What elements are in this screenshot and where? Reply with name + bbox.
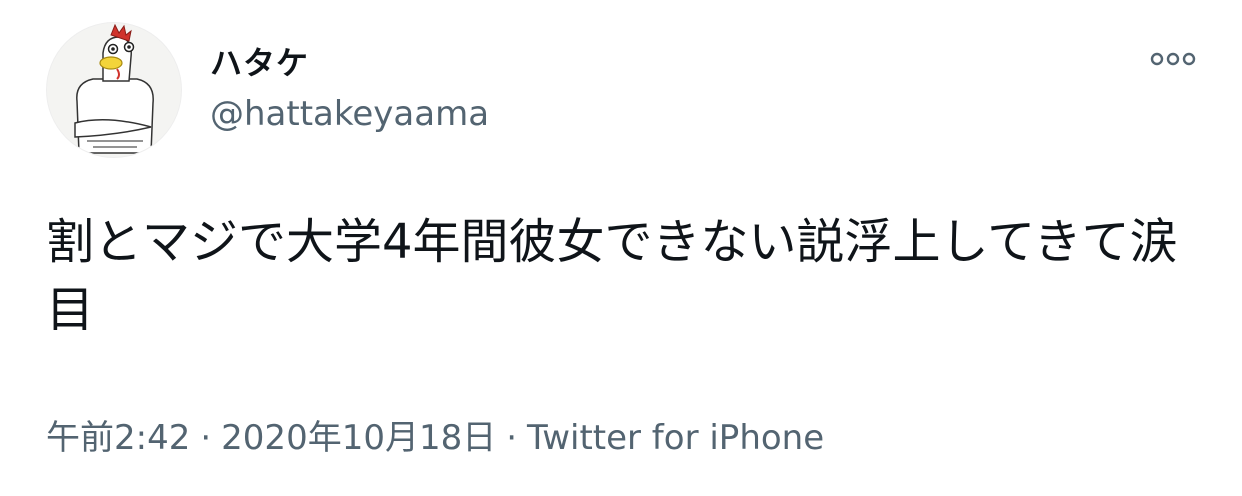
tweet-text: 割とマジで大学4年間彼女できない説浮上してきて涙目 bbox=[46, 214, 1178, 338]
tweet-time[interactable]: 午前2:42 bbox=[46, 418, 190, 458]
more-options-icon bbox=[1150, 52, 1196, 66]
tweet-date[interactable]: 2020年10月18日 bbox=[221, 418, 496, 458]
avatar[interactable] bbox=[46, 22, 182, 158]
meta-separator: · bbox=[506, 418, 518, 458]
tweet-source-link[interactable]: Twitter for iPhone bbox=[527, 418, 824, 458]
display-name[interactable]: ハタケ bbox=[210, 38, 309, 84]
tweet-metadata: 午前2:42 · 2020年10月18日 · Twitter for iPhone bbox=[46, 410, 824, 459]
meta-separator: · bbox=[200, 418, 212, 458]
chicken-avatar-icon bbox=[74, 23, 154, 154]
tweet-card: ハタケ @hattakeyaama 割とマジで大学4年間彼女できない説浮上してき… bbox=[0, 0, 1242, 496]
more-options-button[interactable] bbox=[1140, 44, 1206, 74]
user-handle[interactable]: @hattakeyaama bbox=[210, 94, 489, 134]
